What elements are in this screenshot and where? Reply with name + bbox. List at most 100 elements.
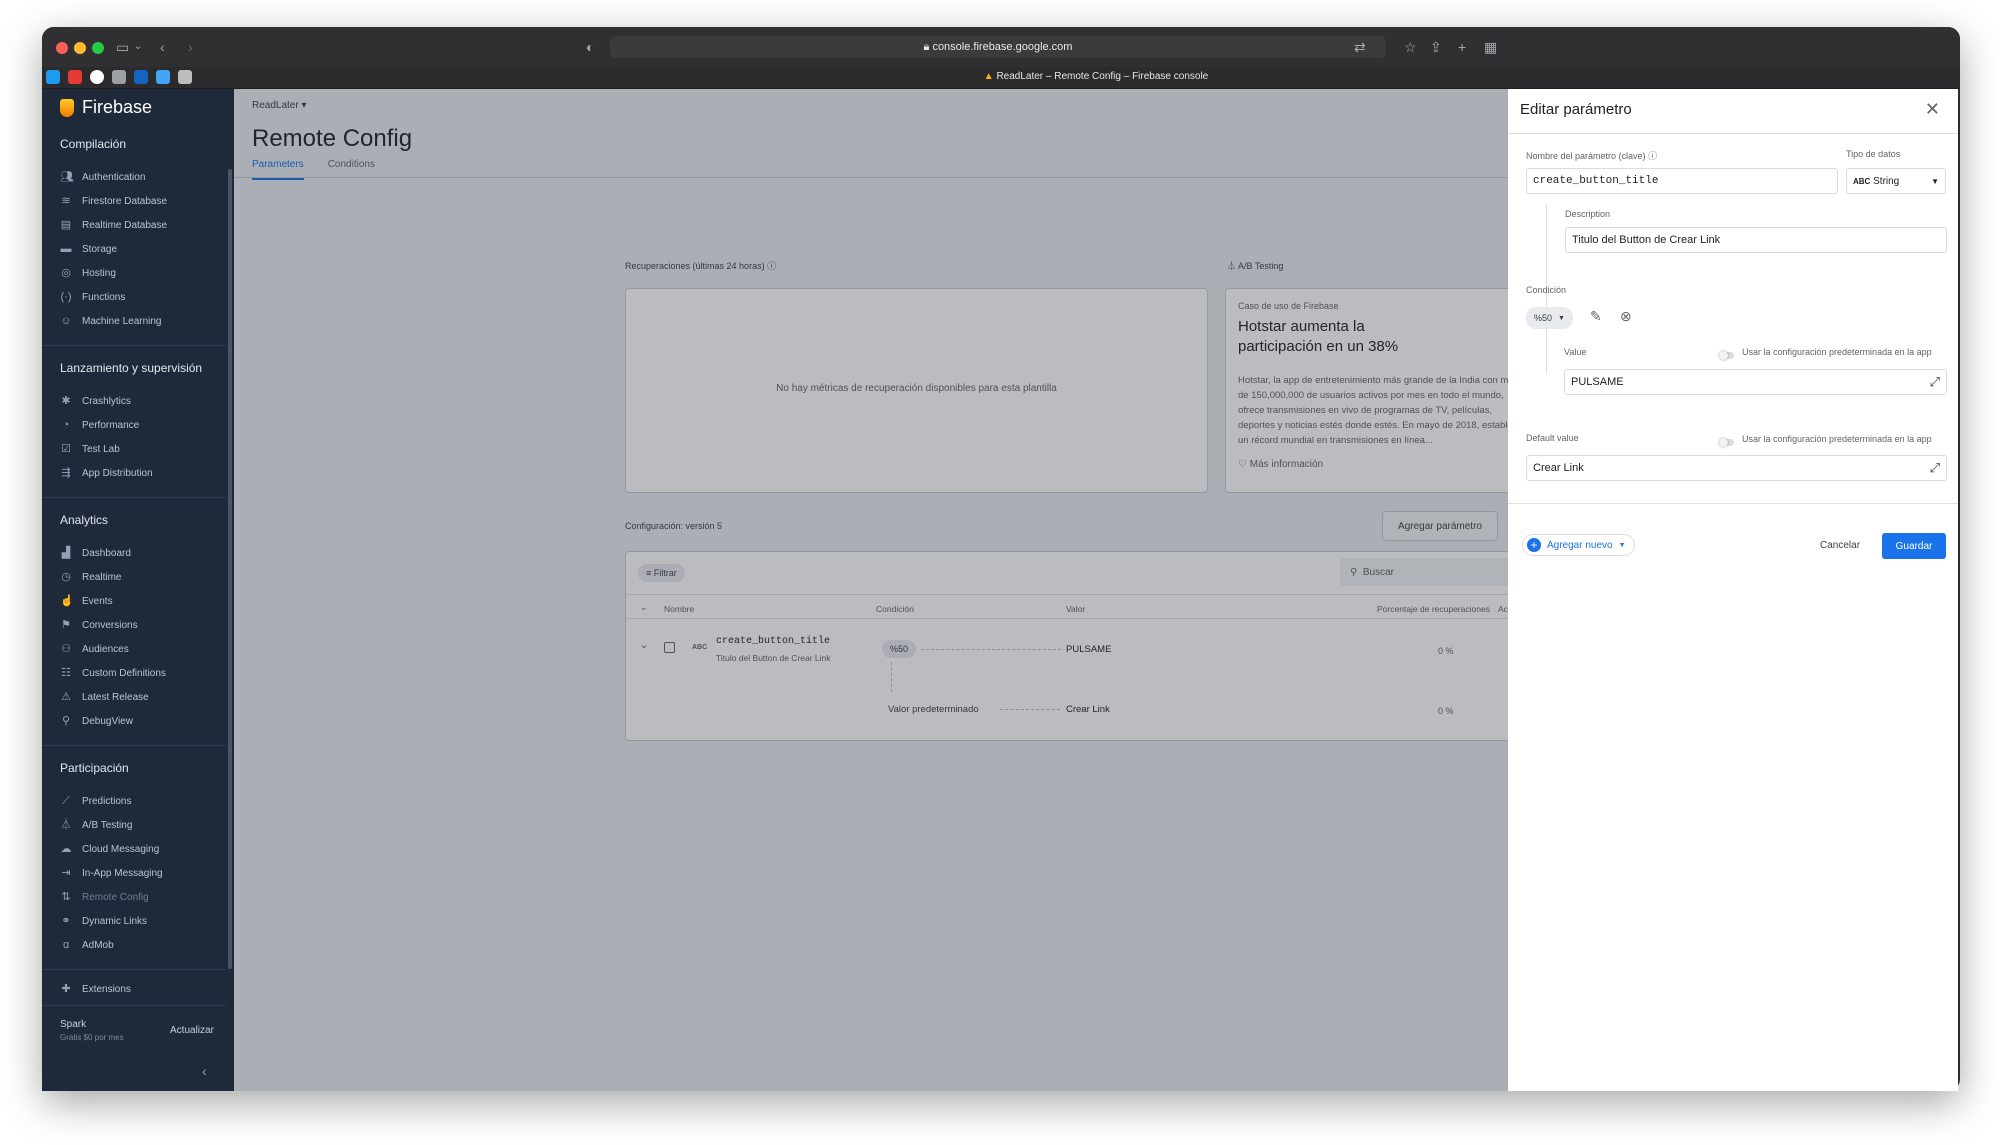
divider xyxy=(42,345,226,346)
back-icon[interactable]: ‹ xyxy=(160,37,165,57)
nav-label: Performance xyxy=(82,419,140,431)
nav-label: DebugView xyxy=(82,715,133,727)
nav-crashlytics[interactable]: ✱ Crashlytics xyxy=(60,395,131,407)
active-tab[interactable]: ▲ ReadLater – Remote Config – Firebase c… xyxy=(42,71,1960,82)
nav-label: Cloud Messaging xyxy=(82,843,160,855)
data-type-select[interactable]: ABC String ▼ xyxy=(1846,168,1946,194)
nav-label: Hosting xyxy=(82,267,116,279)
nav-machine-learning[interactable]: ☺ Machine Learning xyxy=(60,315,162,327)
default-use-app-default-toggle[interactable] xyxy=(1719,438,1734,447)
minimize-window-button[interactable] xyxy=(74,42,86,54)
default-value-field[interactable]: Crear Link ⤢ xyxy=(1526,455,1947,481)
users-icon: 👥︎ xyxy=(60,171,74,183)
description-field[interactable]: Titulo del Button de Crear Link xyxy=(1565,227,1947,253)
chevron-down-icon[interactable]: ⌄ xyxy=(134,37,142,57)
remove-circle-icon[interactable]: ⊗ xyxy=(1620,308,1632,325)
translate-icon[interactable]: ⇄ xyxy=(1354,37,1366,57)
people-icon: ⚇ xyxy=(61,643,71,655)
nav-predictions[interactable]: ⟋ Predictions xyxy=(60,795,131,807)
nav-performance[interactable]: ◔ Performance xyxy=(60,419,140,431)
checklist-icon: ☑ xyxy=(61,443,71,455)
value-field-text: PULSAME xyxy=(1571,376,1624,388)
nav-debugview[interactable]: ⚲ DebugView xyxy=(60,715,133,727)
nav-label: Storage xyxy=(82,243,118,255)
add-new-button[interactable]: + Agregar nuevo ▼ xyxy=(1522,534,1635,556)
tab-overview-icon[interactable]: ▦ xyxy=(1484,37,1497,57)
database-icon: ▤ xyxy=(60,219,72,231)
nav-conversions[interactable]: ⚑ Conversions xyxy=(60,619,138,631)
close-window-button[interactable] xyxy=(56,42,68,54)
close-icon[interactable]: ✕ xyxy=(1925,99,1940,120)
nav-firestore[interactable]: ≋ Firestore Database xyxy=(60,195,167,207)
collapse-sidebar-icon[interactable]: ‹ xyxy=(202,1063,207,1079)
nav-app-distribution[interactable]: ⇶ App Distribution xyxy=(60,467,152,479)
data-type-value: String xyxy=(1873,175,1900,187)
nav-dashboard[interactable]: ▟ Dashboard xyxy=(60,547,131,559)
nav-extensions[interactable]: ✚ Extensions xyxy=(60,983,131,995)
functions-icon: (·) xyxy=(60,291,72,303)
nav-label: A/B Testing xyxy=(82,819,133,831)
nav-label: Conversions xyxy=(82,619,138,631)
nav-label: Dynamic Links xyxy=(82,915,148,927)
caret-down-icon: ▼ xyxy=(1931,176,1939,186)
nav-remote-config[interactable]: ⇅ Remote Config xyxy=(60,891,149,903)
nav-label: Remote Config xyxy=(82,891,149,903)
nav-authentication[interactable]: 👥︎ Authentication xyxy=(60,171,145,183)
nav-custom-definitions[interactable]: ☷ Custom Definitions xyxy=(60,667,166,679)
expand-icon[interactable]: ⤢ xyxy=(1930,374,1940,390)
bookmark-star-icon[interactable]: ☆ xyxy=(1404,37,1417,57)
parameter-key-field[interactable]: create_button_title xyxy=(1526,168,1838,194)
bar-chart-icon: ▟ xyxy=(61,547,71,559)
divider xyxy=(42,497,226,498)
data-type-label: Tipo de datos xyxy=(1846,149,1901,159)
nav-realtime[interactable]: ◷ Realtime xyxy=(60,571,121,583)
nav-label: Realtime xyxy=(82,571,122,583)
key-label-text: Nombre del parámetro (clave) xyxy=(1526,151,1646,161)
new-tab-icon[interactable]: + xyxy=(1458,37,1466,57)
nav-storage[interactable]: ▬ Storage xyxy=(60,243,118,255)
nav-cloud-messaging[interactable]: ☁ Cloud Messaging xyxy=(60,843,160,855)
sidebar-scrollbar[interactable] xyxy=(228,169,232,969)
nav-label: Machine Learning xyxy=(82,315,162,327)
string-type-icon: ABC xyxy=(1853,176,1871,186)
brand-name: Firebase xyxy=(82,97,153,117)
cancel-button[interactable]: Cancelar xyxy=(1820,540,1860,551)
zoom-window-button[interactable] xyxy=(92,42,104,54)
modal-scrim[interactable] xyxy=(234,89,1508,1091)
nav-label: Crashlytics xyxy=(82,395,131,407)
edit-pencil-icon[interactable]: ✎ xyxy=(1590,308,1602,325)
nav-latest-release[interactable]: ⚠ Latest Release xyxy=(60,691,149,703)
use-app-default-toggle[interactable] xyxy=(1719,351,1734,360)
save-button[interactable]: Guardar xyxy=(1882,533,1946,559)
crash-icon: ✱ xyxy=(61,395,71,407)
debug-icon: ⚲ xyxy=(61,715,71,727)
nav-label: Audiences xyxy=(82,643,129,655)
shield-icon[interactable]: ◐ xyxy=(586,37,594,57)
nav-label: Extensions xyxy=(82,983,131,995)
default-value-label: Default value xyxy=(1526,433,1579,443)
nav-dynamic-links[interactable]: ⚭ Dynamic Links xyxy=(60,915,147,927)
firebase-sidebar: Firebase Compilación 👥︎ Authentication ≋ F… xyxy=(42,89,234,1091)
url-text: console.firebase.google.com xyxy=(932,41,1073,53)
upgrade-button[interactable]: Actualizar xyxy=(170,1025,214,1036)
firebase-logo[interactable]: Firebase xyxy=(60,97,152,118)
share-icon[interactable]: ⇪ xyxy=(1430,37,1442,57)
forward-icon[interactable]: › xyxy=(188,37,193,57)
nav-audiences[interactable]: ⚇ Audiences xyxy=(60,643,129,655)
value-field[interactable]: PULSAME ⤢ xyxy=(1564,369,1947,395)
nav-ab-testing[interactable]: ⏃ A/B Testing xyxy=(60,819,133,831)
nav-admob[interactable]: ɑ AdMob xyxy=(60,939,114,951)
description-label: Description xyxy=(1565,209,1611,219)
nav-functions[interactable]: (·) Functions xyxy=(60,291,126,303)
sidebar-toggle-icon[interactable]: ▭ xyxy=(116,37,129,57)
expand-icon[interactable]: ⤢ xyxy=(1930,460,1940,476)
nav-realtime-database[interactable]: ▤ Realtime Database xyxy=(60,219,167,231)
nav-events[interactable]: ☝ Events xyxy=(60,595,113,607)
nav-in-app-messaging[interactable]: ⇥ In-App Messaging xyxy=(60,867,162,879)
help-icon[interactable]: ⓘ xyxy=(1648,151,1657,161)
address-bar[interactable]: 🔒︎ console.firebase.google.com xyxy=(610,36,1386,58)
condition-select[interactable]: %50 ▼ xyxy=(1526,307,1573,329)
nav-test-lab[interactable]: ☑ Test Lab xyxy=(60,443,120,455)
caret-down-icon: ▼ xyxy=(1558,314,1565,322)
nav-hosting[interactable]: ◎ Hosting xyxy=(60,267,116,279)
